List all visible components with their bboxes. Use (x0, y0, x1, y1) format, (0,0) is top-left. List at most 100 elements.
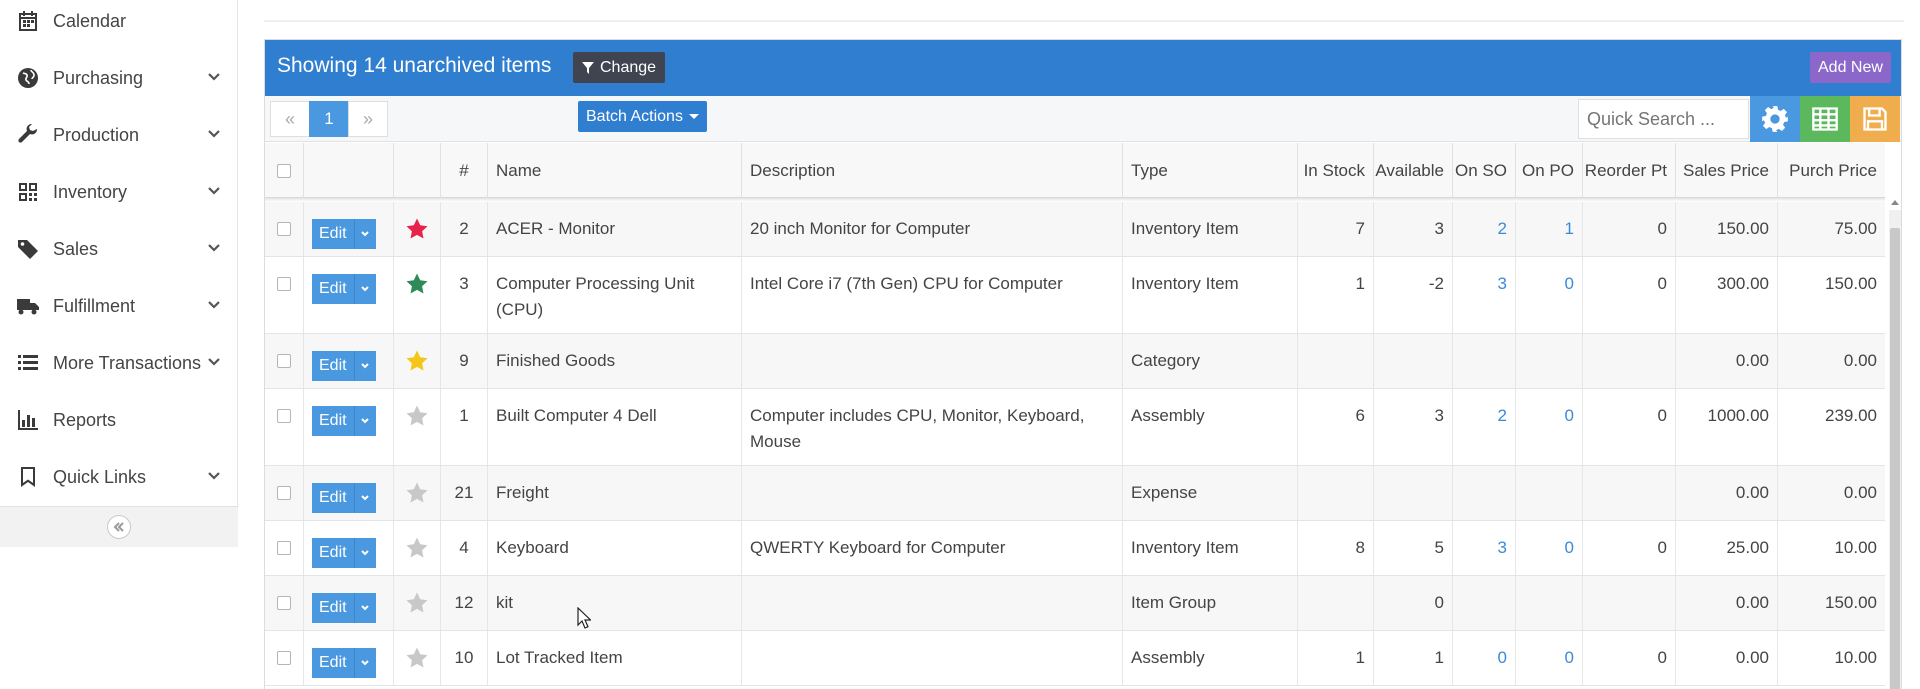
edit-button[interactable]: Edit (312, 219, 355, 249)
column-header-description[interactable]: Description (742, 143, 1123, 198)
edit-dropdown-button[interactable] (354, 538, 376, 568)
item-sales-price: 0.00 (1676, 576, 1778, 630)
columns-button[interactable] (1800, 96, 1850, 142)
item-type: Assembly (1123, 631, 1298, 685)
item-on-so-cell: 2 (1453, 202, 1516, 256)
row-checkbox[interactable] (277, 541, 291, 555)
tags-icon (15, 236, 41, 262)
collapse-sidebar-button[interactable] (107, 515, 131, 539)
row-checkbox[interactable] (277, 651, 291, 665)
edit-button[interactable]: Edit (312, 593, 355, 623)
column-header-purch-price[interactable]: Purch Price (1778, 143, 1885, 198)
add-new-button[interactable]: Add New (1810, 52, 1891, 83)
row-checkbox[interactable] (277, 409, 291, 423)
row-checkbox[interactable] (277, 486, 291, 500)
edit-dropdown-button[interactable] (354, 351, 376, 381)
column-header-sales-price[interactable]: Sales Price (1676, 143, 1778, 198)
edit-button[interactable]: Edit (312, 351, 355, 381)
column-header-name[interactable]: Name (488, 143, 742, 198)
edit-button[interactable]: Edit (312, 483, 355, 513)
column-header-reorder-pt[interactable]: Reorder Pt (1583, 143, 1676, 198)
item-purch-price: 150.00 (1825, 593, 1877, 612)
floppy-disk-icon (1861, 105, 1889, 133)
save-view-button[interactable] (1850, 96, 1900, 142)
item-on-so-link[interactable]: 2 (1498, 219, 1507, 238)
column-header-available[interactable]: Available (1374, 143, 1453, 198)
sidebar-item-production[interactable]: Production (0, 107, 238, 163)
row-checkbox[interactable] (277, 277, 291, 291)
edit-dropdown-button[interactable] (354, 406, 376, 436)
sidebar-item-quick-links[interactable]: Quick Links (0, 449, 238, 505)
change-filter-button[interactable]: Change (573, 52, 666, 83)
next-page-button[interactable]: » (348, 101, 388, 137)
item-type: Item Group (1123, 576, 1298, 630)
star-icon[interactable] (405, 350, 429, 377)
item-available: 0 (1374, 576, 1453, 630)
table-grid-icon (1811, 105, 1839, 133)
edit-dropdown-button[interactable] (354, 648, 376, 678)
settings-button[interactable] (1750, 96, 1800, 142)
star-icon[interactable] (405, 592, 429, 619)
table-row: Edit 10 Lot Tracked Item Assembly 1 1 0 … (265, 631, 1885, 686)
column-header-on-po[interactable]: On PO (1516, 143, 1583, 198)
edit-dropdown-button[interactable] (354, 274, 376, 304)
page-1-button[interactable]: 1 (309, 101, 349, 137)
star-icon[interactable] (405, 405, 429, 432)
edit-button[interactable]: Edit (312, 406, 355, 436)
edit-dropdown-button[interactable] (354, 593, 376, 623)
item-on-so-link[interactable]: 3 (1498, 538, 1507, 557)
edit-button[interactable]: Edit (312, 648, 355, 678)
sidebar-item-calendar[interactable]: Calendar (0, 0, 238, 49)
sidebar-item-label: Calendar (53, 10, 127, 31)
item-number: 21 (441, 466, 488, 520)
column-header-on-so[interactable]: On SO (1453, 143, 1516, 198)
sidebar-item-more-transactions[interactable]: More Transactions (0, 335, 238, 391)
quick-search-input[interactable] (1578, 99, 1749, 139)
item-on-po-link[interactable]: 0 (1565, 538, 1574, 557)
edit-dropdown-button[interactable] (354, 483, 376, 513)
item-on-po-link[interactable]: 0 (1565, 406, 1574, 425)
item-on-so-link[interactable]: 0 (1498, 648, 1507, 667)
item-on-po-link[interactable]: 1 (1565, 219, 1574, 238)
edit-button[interactable]: Edit (312, 538, 355, 568)
star-icon[interactable] (405, 482, 429, 509)
select-all-header (265, 143, 304, 198)
row-checkbox[interactable] (277, 596, 291, 610)
item-in-stock (1298, 466, 1374, 520)
star-icon[interactable] (405, 537, 429, 564)
select-all-checkbox[interactable] (277, 163, 291, 178)
item-on-so-link[interactable]: 2 (1498, 406, 1507, 425)
column-header-type[interactable]: Type (1123, 143, 1298, 198)
change-filter-label: Change (600, 58, 657, 76)
sidebar-item-sales[interactable]: Sales (0, 221, 238, 277)
prev-page-button[interactable]: « (270, 101, 310, 137)
scroll-up-arrow[interactable] (1891, 200, 1899, 205)
row-checkbox[interactable] (277, 354, 291, 368)
scrollbar-thumb[interactable] (1890, 228, 1900, 689)
column-header-num[interactable]: # (441, 143, 488, 198)
batch-actions-button[interactable]: Batch Actions (578, 101, 707, 132)
favorite-star-cell (394, 202, 441, 256)
item-reorder-pt: 0 (1583, 521, 1676, 575)
vertical-scrollbar[interactable] (1889, 210, 1901, 689)
item-on-po-cell (1516, 576, 1583, 630)
edit-button[interactable]: Edit (312, 274, 355, 304)
item-on-po-link[interactable]: 0 (1565, 648, 1574, 667)
item-on-po-cell: 1 (1516, 202, 1583, 256)
edit-dropdown-button[interactable] (354, 219, 376, 249)
sidebar-item-inventory[interactable]: Inventory (0, 164, 238, 220)
sidebar-item-label: Sales (53, 238, 99, 259)
sidebar-item-purchasing[interactable]: Purchasing (0, 50, 238, 106)
star-icon[interactable] (405, 218, 429, 245)
item-on-so-link[interactable]: 3 (1498, 274, 1507, 293)
star-icon[interactable] (405, 647, 429, 674)
item-description: Computer includes CPU, Monitor, Keyboard… (742, 389, 1123, 465)
sidebar-item-fulfillment[interactable]: Fulfillment (0, 278, 238, 334)
item-purch-price: 150.00 (1825, 274, 1877, 293)
star-icon[interactable] (405, 273, 429, 300)
row-checkbox[interactable] (277, 222, 291, 236)
item-name: ACER - Monitor (488, 202, 742, 256)
column-header-in-stock[interactable]: In Stock (1298, 143, 1374, 198)
item-on-po-link[interactable]: 0 (1565, 274, 1574, 293)
sidebar-item-reports[interactable]: Reports (0, 392, 238, 448)
